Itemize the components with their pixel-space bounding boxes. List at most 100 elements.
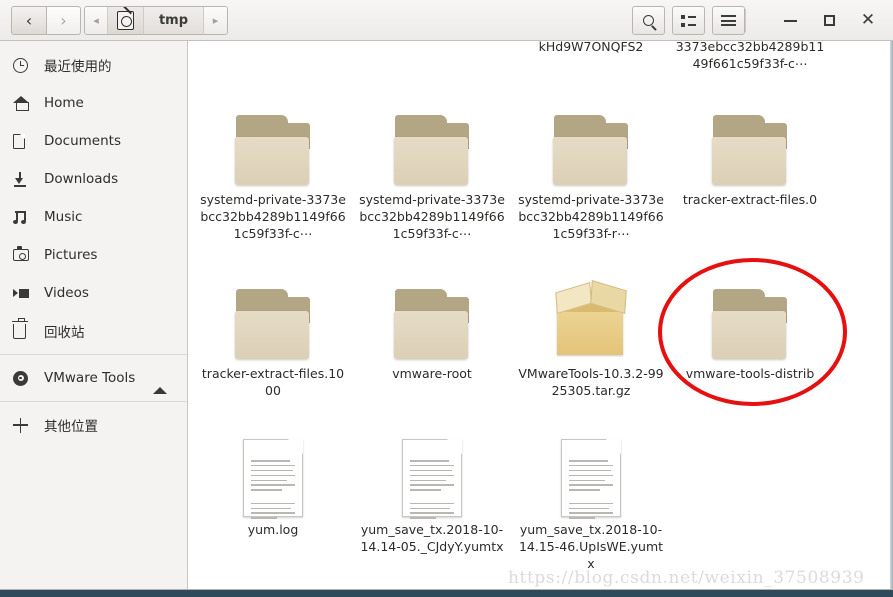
file-item[interactable]: tracker-extract-files.1000 [198, 269, 348, 399]
main-menu-button[interactable] [712, 6, 745, 35]
folder-icon [675, 269, 825, 361]
trash-icon [11, 318, 35, 339]
chevron-right-icon: › [60, 10, 67, 30]
sidebar-item-label: Pictures [44, 247, 98, 263]
archive-icon [516, 269, 666, 361]
forward-button[interactable]: › [46, 6, 81, 35]
file-item[interactable]: 3373ebcc32bb4289b1149f661c59f33f-c⋯ [675, 41, 825, 72]
window-controls: ✕ [775, 6, 883, 35]
chevron-left-icon: ‹ [25, 10, 33, 30]
close-button[interactable]: ✕ [853, 6, 883, 35]
file-item[interactable]: vmware-root [357, 269, 507, 382]
document-icon [13, 133, 35, 149]
file-item[interactable]: VMwareTools-10.3.2-9925305.tar.gz [516, 269, 666, 399]
file-manager-window: ‹ › ◂ tmp ▸ ✕ 最近使用的 Home Documents Downl… [0, 0, 893, 597]
sidebar-item-recent[interactable]: 最近使用的 [0, 46, 187, 84]
sidebar-item-label: Downloads [44, 171, 119, 187]
view-options-button[interactable] [672, 6, 705, 35]
triangle-right-icon: ▸ [212, 14, 219, 27]
maximize-button[interactable] [814, 6, 844, 35]
file-label: systemd-private-3373ebcc32bb4289b1149f66… [359, 192, 505, 241]
download-icon [13, 171, 35, 187]
disc-icon [13, 370, 35, 386]
file-label: yum_save_tx.2018-10-14.14-05._CJdyY.yumt… [360, 522, 504, 554]
sidebar-item-label: 其他位置 [44, 419, 98, 435]
file-label: tracker-extract-files.1000 [201, 366, 345, 398]
sidebar-item-other-locations[interactable]: 其他位置 [0, 406, 187, 444]
file-label: vmware-root [392, 366, 472, 381]
breadcrumb-scroll-left-button[interactable]: ◂ [85, 7, 108, 34]
minimize-icon [783, 19, 797, 22]
breadcrumb: ◂ tmp ▸ [84, 6, 228, 35]
music-icon [13, 210, 35, 224]
sidebar-item-home[interactable]: Home [0, 84, 187, 122]
file-label: tracker-extract-files.0 [682, 192, 818, 207]
file-label: 3373ebcc32bb4289b1149f661c59f33f-c⋯ [675, 41, 825, 71]
list-view-icon [681, 14, 696, 27]
folder-icon [357, 269, 507, 361]
minimize-button[interactable] [775, 6, 805, 35]
triangle-left-icon: ◂ [93, 14, 99, 27]
sidebar-item-label: Home [44, 95, 84, 111]
file-item[interactable]: systemd-private-3373ebcc32bb4289b1149f66… [198, 95, 348, 242]
back-button[interactable]: ‹ [11, 6, 46, 35]
clock-icon [13, 57, 35, 73]
search-button[interactable] [632, 6, 665, 35]
plus-icon [13, 417, 35, 433]
close-icon: ✕ [860, 10, 876, 30]
file-item[interactable]: systemd-private-3373ebcc32bb4289b1149f66… [516, 95, 666, 242]
sidebar-item-label: Videos [44, 285, 89, 301]
file-label: yum.log [247, 522, 299, 537]
breadcrumb-label: tmp [158, 13, 189, 28]
window-bottom-edge [0, 590, 893, 597]
sidebar-item-label: Music [44, 209, 83, 225]
sidebar-item-documents[interactable]: Documents [0, 122, 187, 160]
file-item[interactable]: tracker-extract-files.0 [675, 95, 825, 208]
navigation-button-group: ‹ › [11, 6, 81, 35]
file-item[interactable]: yum_save_tx.2018-10-14.14-05._CJdyY.yumt… [357, 425, 507, 555]
file-item[interactable]: yum.log [198, 425, 348, 538]
folder-icon [357, 95, 507, 187]
file-item[interactable]: kHd9W7ONQFS2 [516, 41, 666, 55]
file-label: kHd9W7ONQFS2 [538, 41, 644, 54]
toolbar-separator [745, 9, 746, 32]
sidebar-item-downloads[interactable]: Downloads [0, 160, 187, 198]
file-item[interactable]: vmware-tools-distrib [675, 269, 825, 382]
file-label: VMwareTools-10.3.2-9925305.tar.gz [518, 366, 664, 398]
hamburger-icon [721, 15, 736, 26]
toolbar-actions [632, 6, 745, 35]
folder-icon [675, 95, 825, 187]
document-file-icon [198, 425, 348, 519]
folder-icon [516, 95, 666, 187]
sidebar: 最近使用的 Home Documents Downloads Music Pic… [0, 41, 188, 590]
breadcrumb-item-tmp[interactable]: tmp [144, 7, 204, 34]
file-grid[interactable]: kHd9W7ONQFS2 3373ebcc32bb4289b1149f661c5… [189, 41, 890, 590]
sidebar-item-pictures[interactable]: Pictures [0, 236, 187, 274]
folder-icon [198, 269, 348, 361]
folder-icon [198, 95, 348, 187]
document-file-icon [516, 425, 666, 519]
sidebar-item-music[interactable]: Music [0, 198, 187, 236]
sidebar-item-label: Documents [44, 133, 121, 149]
sidebar-item-trash[interactable]: 回收站 [0, 312, 187, 350]
eject-icon[interactable] [153, 371, 169, 394]
breadcrumb-item-device[interactable] [108, 7, 144, 34]
breadcrumb-scroll-right-button[interactable]: ▸ [204, 7, 227, 34]
header-bar: ‹ › ◂ tmp ▸ ✕ [0, 0, 893, 41]
watermark: https://blog.csdn.net/weixin_37508939 [508, 568, 865, 588]
device-icon [117, 11, 134, 30]
file-item[interactable]: yum_save_tx.2018-10-14.15-46.UpIsWE.yumt… [516, 425, 666, 572]
maximize-icon [823, 15, 835, 26]
document-file-icon [357, 425, 507, 519]
sidebar-item-label: VMware Tools [44, 370, 136, 386]
sidebar-item-vmware-tools[interactable]: VMware Tools [0, 359, 187, 397]
search-icon [643, 15, 654, 26]
file-label: yum_save_tx.2018-10-14.15-46.UpIsWE.yumt… [518, 522, 664, 571]
sidebar-item-label: 最近使用的 [44, 59, 112, 75]
file-item[interactable]: systemd-private-3373ebcc32bb4289b1149f66… [357, 95, 507, 242]
video-icon [13, 288, 35, 299]
file-label: systemd-private-3373ebcc32bb4289b1149f66… [518, 192, 664, 241]
file-label: vmware-tools-distrib [685, 366, 815, 381]
sidebar-item-videos[interactable]: Videos [0, 274, 187, 312]
camera-icon [13, 246, 35, 261]
